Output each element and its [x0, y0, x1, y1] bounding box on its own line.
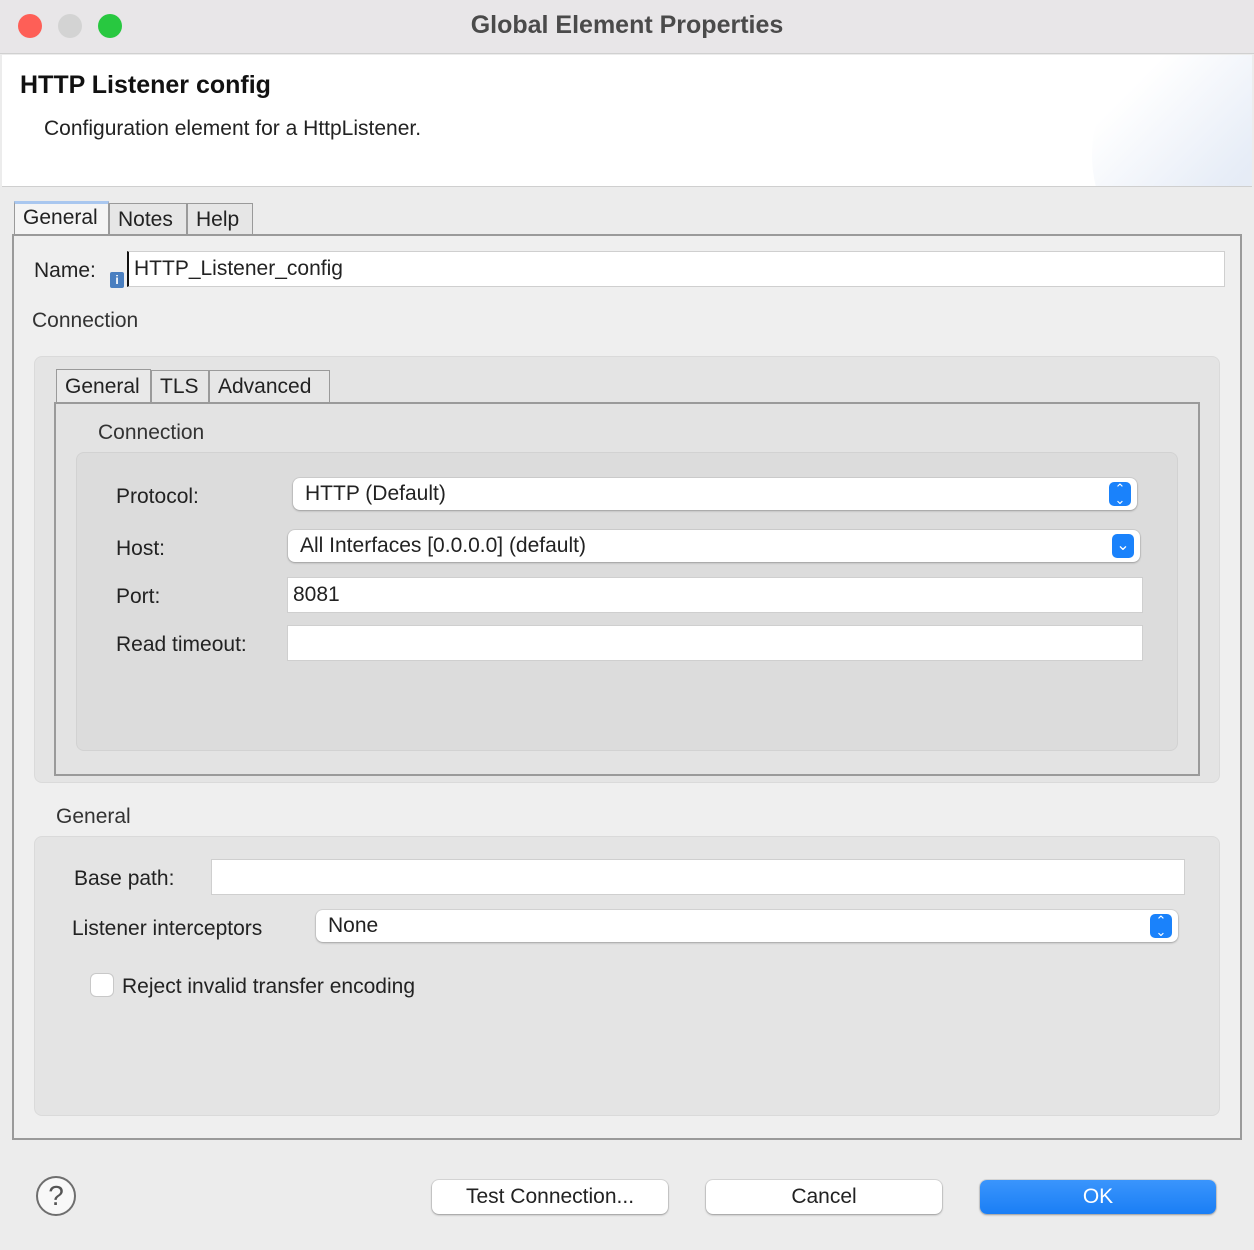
header-description: Configuration element for a HttpListener…: [44, 117, 422, 140]
cancel-button[interactable]: Cancel: [706, 1180, 942, 1214]
read-timeout-label: Read timeout:: [116, 633, 247, 656]
port-input[interactable]: 8081: [287, 577, 1143, 613]
ok-button[interactable]: OK: [980, 1180, 1216, 1214]
window-title: Global Element Properties: [470, 11, 784, 39]
host-label: Host:: [116, 537, 166, 560]
header-title: HTTP Listener config: [20, 71, 271, 99]
host-value: All Interfaces [0.0.0.0] (default): [300, 534, 586, 557]
help-icon[interactable]: ?: [36, 1176, 76, 1216]
inner-tab-advanced[interactable]: Advanced: [209, 370, 330, 404]
name-label: Name:: [34, 259, 96, 282]
interceptors-value: None: [328, 914, 379, 937]
test-connection-button[interactable]: Test Connection...: [432, 1180, 668, 1214]
reject-invalid-encoding-checkbox[interactable]: [91, 974, 113, 996]
name-input[interactable]: HTTP_Listener_config: [127, 251, 1225, 287]
read-timeout-input[interactable]: [287, 625, 1143, 661]
dialog-header: HTTP Listener config Configuration eleme…: [2, 55, 1252, 187]
title-bar: Global Element Properties: [0, 0, 1254, 54]
inner-tab-tls[interactable]: TLS: [151, 370, 209, 404]
info-icon: i: [110, 272, 124, 288]
inner-tab-general[interactable]: General: [56, 369, 151, 403]
base-path-label: Base path:: [74, 867, 175, 890]
connection-group-title: Connection: [98, 421, 205, 444]
up-down-chevron-icon: ⌃ ⌄: [1150, 914, 1172, 938]
connection-section-label: Connection: [32, 309, 139, 332]
protocol-label: Protocol:: [116, 485, 199, 508]
listener-interceptors-select[interactable]: None ⌃ ⌄: [316, 910, 1178, 942]
header-decoration: [1092, 55, 1252, 186]
port-label: Port:: [116, 585, 161, 608]
tab-help[interactable]: Help: [187, 203, 253, 237]
reject-invalid-encoding-label[interactable]: Reject invalid transfer encoding: [122, 975, 415, 999]
protocol-value: HTTP (Default): [305, 482, 446, 505]
chevron-down-icon[interactable]: ⌄: [1112, 534, 1134, 558]
protocol-select[interactable]: HTTP (Default) ⌃ ⌄: [293, 478, 1137, 510]
tab-general[interactable]: General: [14, 201, 109, 235]
base-path-input[interactable]: [211, 859, 1185, 895]
up-down-chevron-icon: ⌃ ⌄: [1109, 482, 1131, 506]
general-group-title: General: [56, 805, 131, 828]
tab-notes[interactable]: Notes: [109, 203, 187, 237]
host-combo[interactable]: All Interfaces [0.0.0.0] (default) ⌄: [288, 530, 1140, 562]
listener-interceptors-label: Listener interceptors: [72, 917, 263, 940]
